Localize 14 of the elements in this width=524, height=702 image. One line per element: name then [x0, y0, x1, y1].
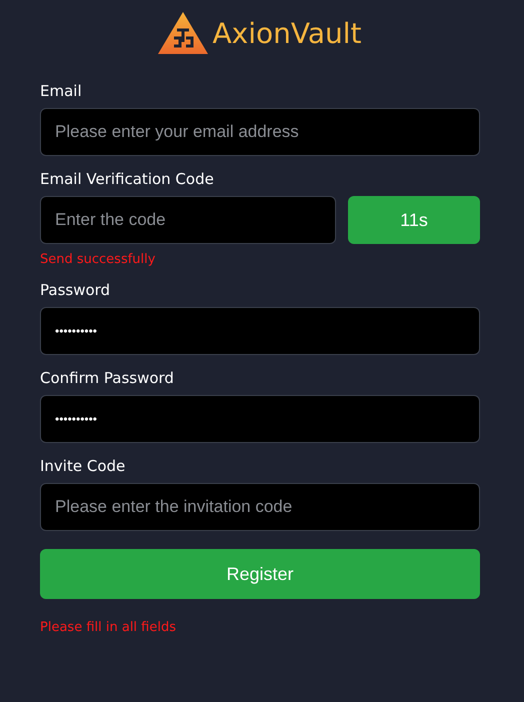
field-label: Confirm Password — [40, 369, 175, 387]
field-label: Invite Code — [40, 457, 126, 475]
input-field[interactable]: Please enter your email address — [40, 108, 480, 156]
error-message: Please fill in all fields — [40, 620, 177, 635]
input-field[interactable]: Please enter the invitation code — [40, 483, 480, 531]
input-field[interactable]: Enter the code — [40, 196, 336, 244]
password-field[interactable]: •••••••••• — [40, 307, 480, 355]
field-label: Password — [40, 281, 112, 299]
logo-icon — [158, 12, 208, 54]
status-message: Send successfully — [40, 252, 156, 267]
password-field[interactable]: •••••••••• — [40, 395, 480, 443]
logo-text: AxionVault — [212, 16, 362, 50]
field-label: Email Verification Code — [40, 170, 215, 188]
field-label: Email — [40, 82, 83, 100]
